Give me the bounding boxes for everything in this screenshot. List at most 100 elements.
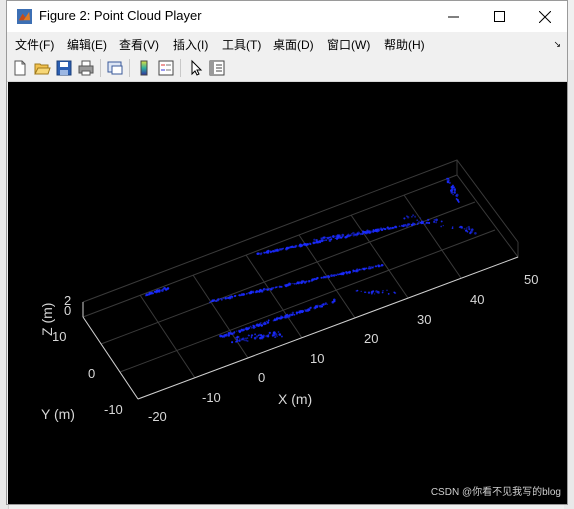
colorbar-icon[interactable] (135, 59, 153, 77)
axes-box (82, 159, 519, 400)
cloud-point (440, 225, 443, 228)
cloud-point (286, 313, 289, 316)
cloud-point (440, 220, 443, 223)
new-figure-icon[interactable] (11, 59, 29, 77)
cloud-point (391, 227, 394, 229)
point-cloud-canvas[interactable]: -20 -10 0 10 20 30 40 50 -10 0 10 0 2 X … (8, 82, 567, 504)
print-icon[interactable] (77, 59, 95, 77)
cloud-point (322, 276, 325, 279)
menu-window[interactable]: 窗口(W) (327, 36, 370, 53)
cloud-point (368, 265, 371, 269)
menu-bar: 文件(F) 编辑(E) 查看(V) 插入(I) 工具(T) 桌面(D) 窗口(W… (7, 33, 567, 55)
cloud-point (316, 240, 319, 244)
cloud-point (356, 289, 359, 292)
cloud-point (307, 308, 310, 311)
cloud-point (435, 221, 438, 224)
cloud-point (322, 303, 325, 306)
cloud-point (220, 335, 223, 337)
save-icon[interactable] (55, 59, 73, 77)
cloud-point (406, 223, 410, 226)
menu-insert[interactable]: 插入(I) (173, 36, 208, 53)
cloud-point (291, 313, 294, 316)
cloud-point (217, 298, 220, 301)
menu-overflow-arrow-icon[interactable]: ↘ (553, 39, 561, 50)
cloud-point (348, 271, 350, 273)
cloud-point (300, 281, 303, 285)
property-inspector-icon[interactable] (208, 59, 226, 77)
cloud-point (344, 236, 347, 239)
close-button[interactable] (522, 1, 568, 32)
cloud-point (387, 293, 390, 295)
cloud-point (276, 318, 279, 321)
cloud-point (373, 293, 376, 295)
cloud-point (285, 285, 287, 288)
cloud-point (263, 321, 266, 324)
cloud-point (278, 286, 281, 289)
cloud-point (254, 291, 257, 294)
cloud-point (276, 286, 279, 288)
legend-icon[interactable] (157, 59, 175, 77)
cloud-point (460, 225, 463, 229)
axis-labels: X (m) Y (m) Z (m) (39, 303, 312, 422)
y-tick-label: -10 (104, 402, 123, 417)
cloud-point (356, 232, 359, 235)
cloud-point (411, 215, 413, 218)
cloud-point (291, 311, 295, 315)
cloud-point (348, 234, 352, 237)
cloud-point (297, 245, 300, 247)
cloud-point (280, 285, 283, 288)
cloud-point (457, 200, 460, 203)
open-file-icon[interactable] (33, 59, 51, 77)
menu-file[interactable]: 文件(F) (15, 36, 54, 53)
cloud-point (389, 226, 392, 230)
point-cloud-axes[interactable]: -20 -10 0 10 20 30 40 50 -10 0 10 0 2 X … (8, 82, 567, 504)
cloud-point (347, 233, 349, 235)
cloud-point (274, 319, 276, 321)
cloud-point (372, 266, 375, 269)
cloud-point (270, 288, 272, 291)
cloud-point (464, 229, 468, 232)
cloud-point (286, 283, 289, 286)
cloud-point (386, 289, 388, 291)
menu-tools[interactable]: 工具(T) (222, 36, 261, 53)
cloud-point (451, 227, 454, 230)
cloud-point (369, 230, 371, 232)
menu-view[interactable]: 查看(V) (119, 36, 159, 53)
menu-help[interactable]: 帮助(H) (384, 36, 425, 53)
menu-edit[interactable]: 编辑(E) (67, 36, 107, 53)
x-tick-label: 0 (258, 370, 265, 385)
maximize-button[interactable] (476, 1, 522, 32)
cloud-point (258, 324, 261, 326)
cloud-point (310, 306, 312, 308)
cloud-point (248, 326, 251, 329)
cloud-point (393, 291, 395, 294)
cloud-point (246, 337, 249, 339)
figure-window: Figure 2: Point Cloud Player 文件(F) 编辑(E)… (6, 0, 568, 505)
cloud-point (372, 290, 375, 293)
cloud-point (310, 279, 314, 282)
cloud-point (265, 288, 268, 291)
cloud-point (452, 193, 454, 196)
cloud-point (358, 268, 361, 271)
cloud-point (320, 276, 323, 279)
cloud-point (470, 230, 473, 233)
title-bar[interactable]: Figure 2: Point Cloud Player (7, 1, 567, 32)
cloud-point (289, 246, 291, 248)
cloud-point (239, 338, 241, 340)
toolbar-separator (180, 59, 181, 77)
cloud-point (308, 280, 311, 282)
link-plot-icon[interactable] (106, 59, 124, 77)
cloud-point (412, 214, 415, 217)
cloud-point (320, 305, 324, 308)
menu-desktop[interactable]: 桌面(D) (273, 36, 314, 53)
minimize-button[interactable] (430, 1, 476, 32)
cloud-point (324, 302, 328, 305)
x-tick-label: 40 (470, 292, 484, 307)
cloud-point (253, 336, 257, 340)
pointer-icon[interactable] (187, 59, 205, 77)
cloud-point (366, 229, 369, 233)
cloud-point (224, 297, 227, 299)
cloud-point (256, 252, 259, 255)
cloud-point (149, 292, 151, 295)
cloud-point (240, 338, 243, 341)
